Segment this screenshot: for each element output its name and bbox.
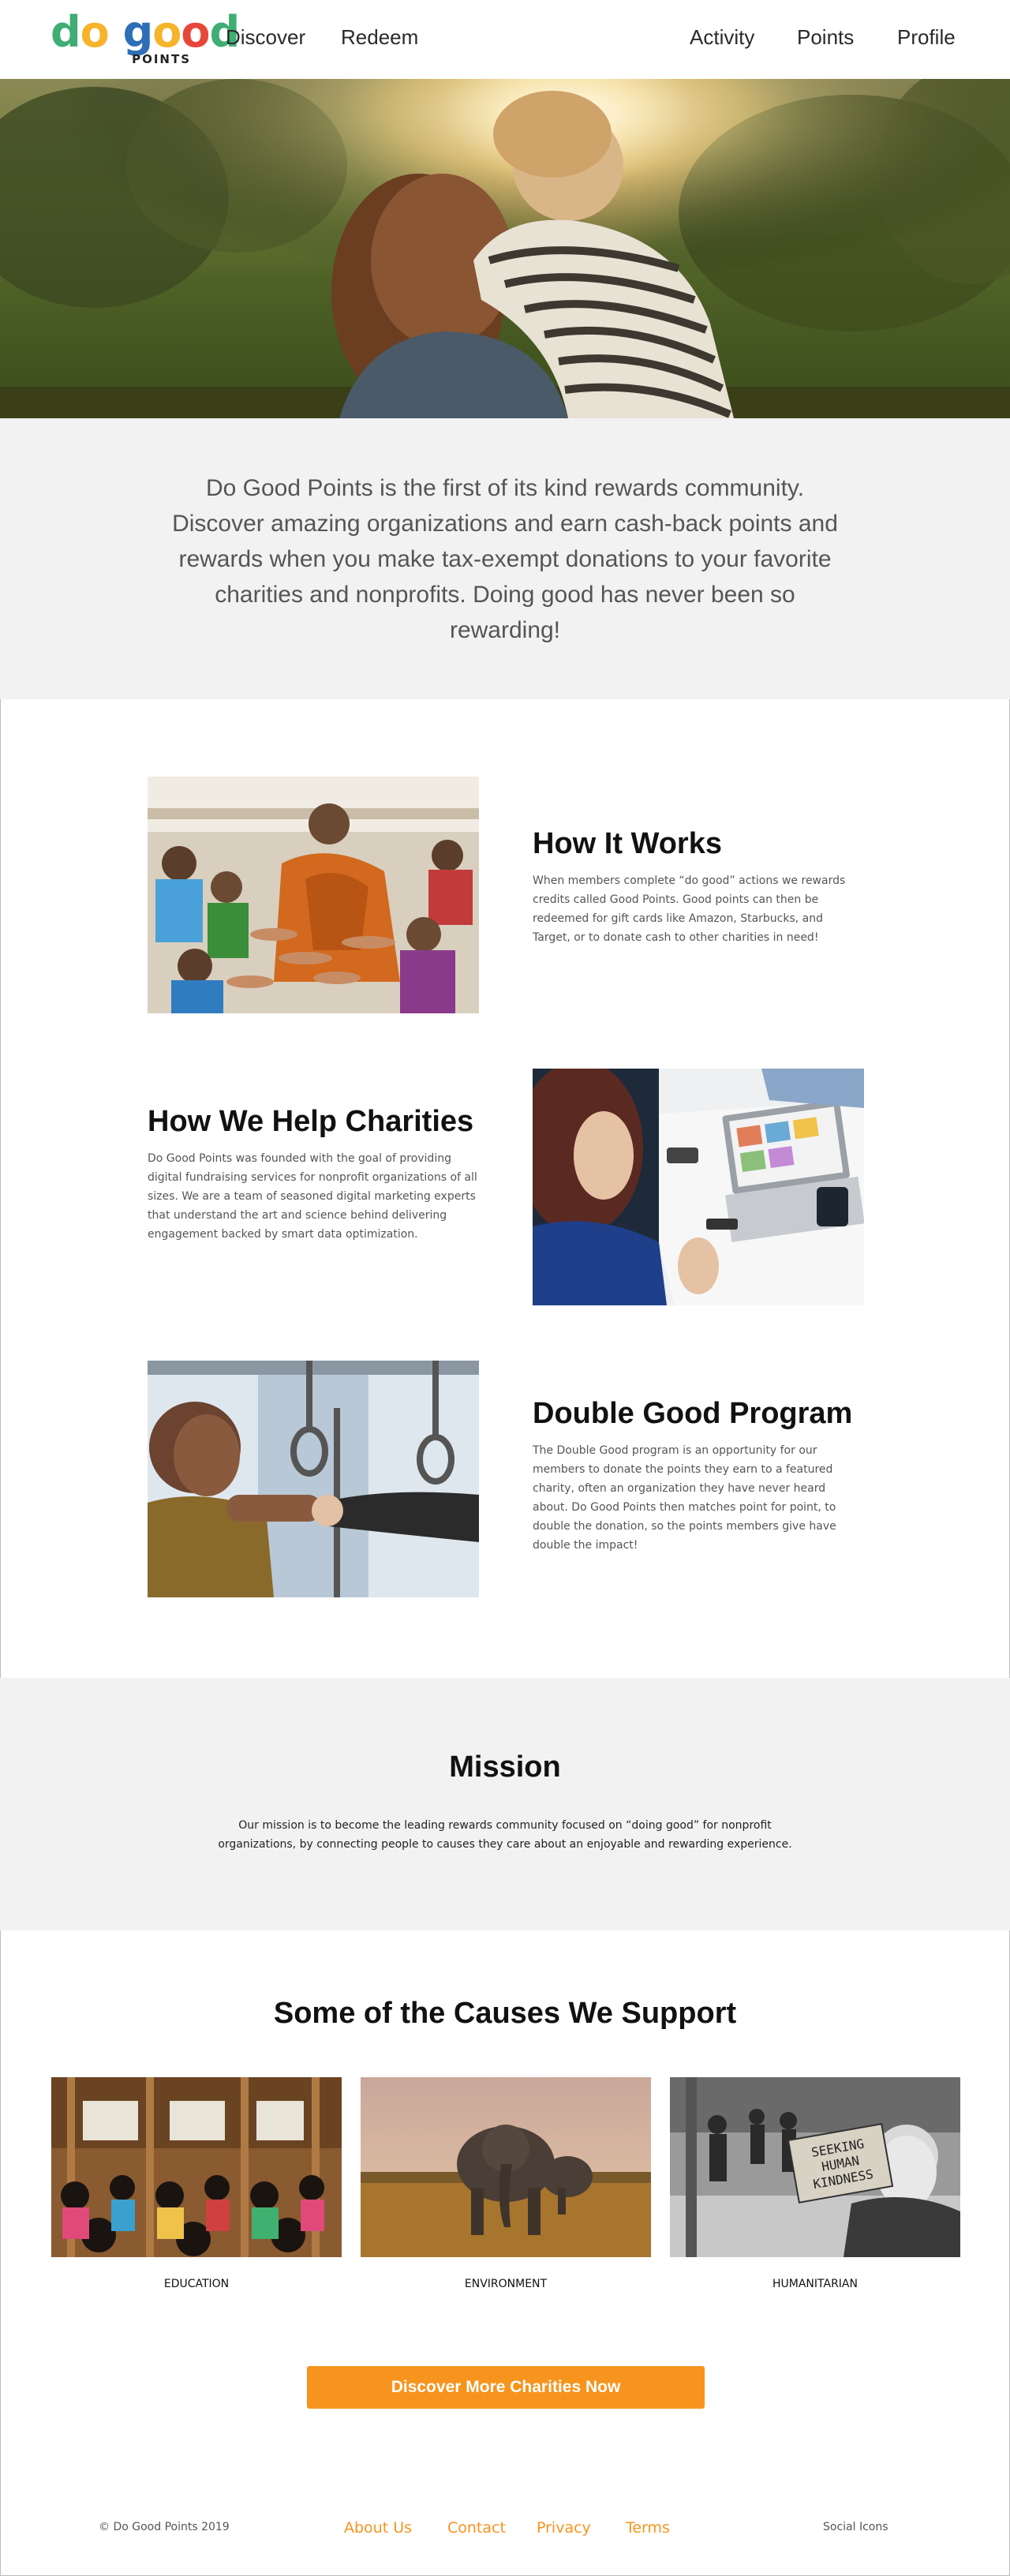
footer-link-about[interactable]: About Us — [344, 2519, 412, 2537]
mission-section: Mission Our mission is to become the lea… — [0, 1678, 1010, 1930]
help-charities-title: How We Help Charities — [148, 1105, 474, 1138]
footer-social-icons[interactable]: Social Icons — [823, 2521, 888, 2533]
cause-label-humanitarian: HUMANITARIAN — [772, 2278, 858, 2290]
causes-section: Some of the Causes We Support EDUCATION — [0, 1930, 1010, 2576]
help-charities-text: Do Good Points was founded with the goal… — [148, 1152, 477, 1241]
how-it-works-title: How It Works — [533, 827, 722, 860]
cause-label-education: EDUCATION — [163, 2278, 230, 2290]
intro-text: Do Good Points is the first of its kind … — [172, 474, 838, 643]
nav-redeem[interactable]: Redeem — [341, 25, 418, 50]
double-good-text: The Double Good program is an opportunit… — [533, 1444, 836, 1552]
footer-link-terms[interactable]: Terms — [626, 2519, 670, 2537]
footer-link-contact[interactable]: Contact — [447, 2519, 506, 2537]
help-charities-photo — [533, 1069, 864, 1305]
site-header: do good POINTS Discover Redeem Activity … — [0, 0, 1010, 79]
features-section: How It Works When members complete “do g… — [0, 699, 1010, 1678]
double-good-title: Double Good Program — [533, 1397, 853, 1430]
hero-image — [0, 79, 1010, 418]
mission-text: Our mission is to become the leading rew… — [218, 1819, 792, 1851]
discover-more-charities-button[interactable]: Discover More Charities Now — [307, 2366, 705, 2409]
cause-card-humanitarian[interactable]: SEEKING HUMAN KINDNESS HUMANITARIAN — [670, 2077, 960, 2290]
cause-card-environment[interactable]: ENVIRONMENT — [361, 2077, 651, 2290]
nav-activity[interactable]: Activity — [690, 25, 754, 50]
logo-subtitle: POINTS — [132, 52, 191, 66]
logo-wordmark: do good — [50, 7, 240, 57]
cause-label-environment: ENVIRONMENT — [464, 2278, 548, 2290]
footer-copyright: © Do Good Points 2019 — [99, 2521, 230, 2533]
humanitarian-photo: SEEKING HUMAN KINDNESS — [670, 2077, 960, 2257]
footer-link-privacy[interactable]: Privacy — [537, 2519, 591, 2537]
cause-card-education[interactable]: EDUCATION — [51, 2077, 342, 2290]
how-it-works-text: When members complete “do good” actions … — [533, 874, 846, 944]
nav-profile[interactable]: Profile — [897, 25, 956, 50]
how-it-works-photo — [148, 777, 479, 1013]
intro-section: Do Good Points is the first of its kind … — [0, 418, 1010, 699]
education-photo — [51, 2077, 342, 2257]
causes-title: Some of the Causes We Support — [273, 1997, 737, 2030]
environment-photo — [361, 2077, 651, 2257]
nav-discover[interactable]: Discover — [226, 25, 305, 50]
mission-title: Mission — [449, 1750, 561, 1784]
nav-points[interactable]: Points — [797, 25, 854, 50]
double-good-photo — [148, 1361, 479, 1597]
do-good-points-logo[interactable]: do good POINTS — [50, 7, 240, 68]
